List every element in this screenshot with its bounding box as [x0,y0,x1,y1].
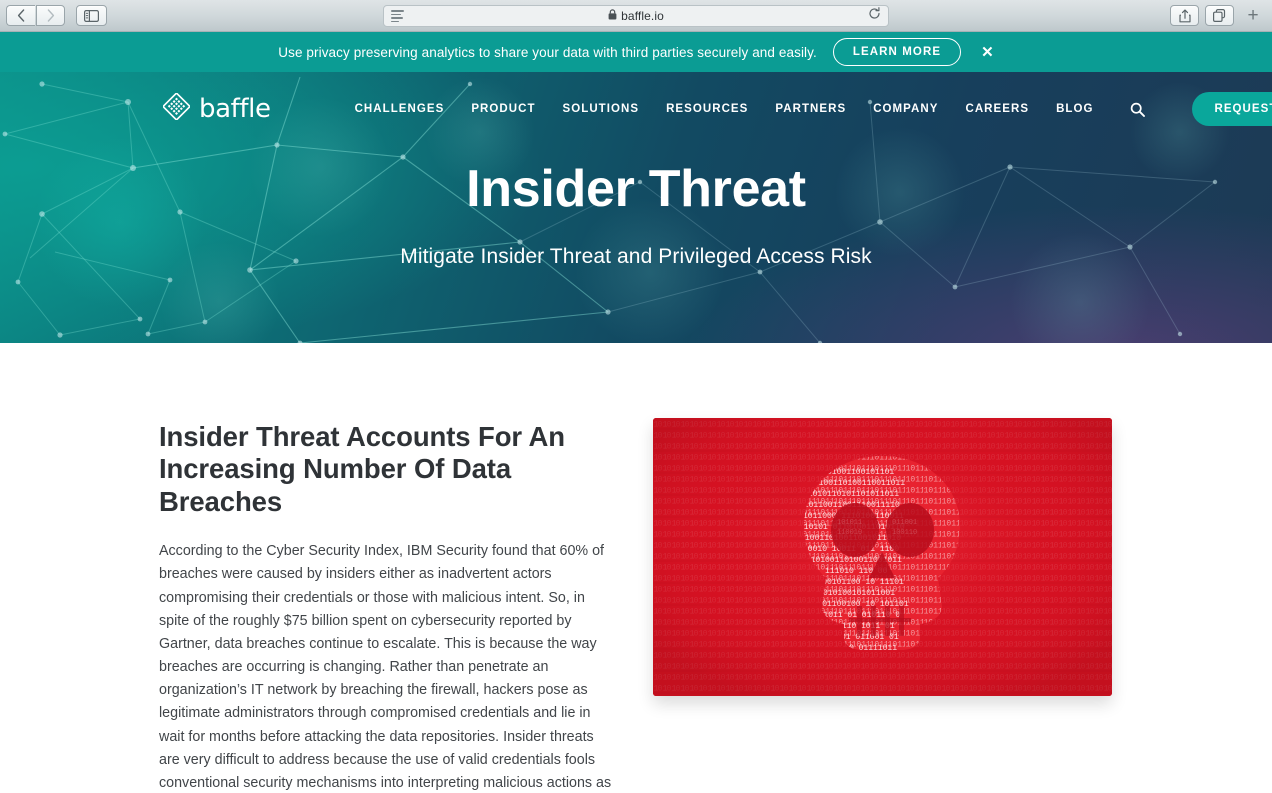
tab-overview-icon [1213,9,1226,22]
browser-right-actions: + [1170,2,1266,30]
sidebar-toggle-icon [84,9,99,22]
chevron-right-icon [47,9,55,22]
svg-text:011001: 011001 [892,519,917,527]
binary-skull-graphic: 1 0 10110 [653,418,1112,696]
nav-item-blog[interactable]: BLOG [1056,103,1093,115]
svg-text:10100110100110011011: 10100110100110011011 [809,479,905,488]
svg-text:100110: 100110 [892,529,917,537]
svg-text:110010: 110010 [837,529,862,537]
logo-wordmark: baffle [199,94,271,124]
request-demo-button[interactable]: REQUEST A DEMO [1192,92,1272,126]
nav-item-product[interactable]: PRODUCT [471,103,535,115]
url-text: baffle.io [621,9,664,23]
hero-subtitle: Mitigate Insider Threat and Privileged A… [400,245,872,268]
new-tab-button[interactable]: + [1240,2,1266,30]
url-display: baffle.io [404,9,868,23]
search-icon[interactable] [1130,102,1146,117]
content-grid: Insider Threat Accounts For An Increasin… [159,418,1113,793]
nav-item-partners[interactable]: PARTNERS [775,103,846,115]
nav-item-challenges[interactable]: CHALLENGES [355,103,445,115]
sidebar-toggle-button[interactable] [76,5,107,26]
lock-icon [608,9,617,23]
reader-view-icon[interactable] [391,10,404,22]
hero-title: Insider Threat [466,160,806,218]
section-paragraph: According to the Cyber Security Index, I… [159,543,612,791]
baffle-diamond-logo-icon [161,91,192,125]
banner-learn-more-button[interactable]: LEARN MORE [832,38,962,66]
browser-chrome: baffle.io + [0,0,1272,32]
site-logo[interactable]: baffle [161,91,271,125]
red-binary-skull-image: 1 0 10110 [653,418,1112,696]
nav-item-company[interactable]: COMPANY [873,103,938,115]
chevron-left-icon [17,9,25,22]
main-content: Insider Threat Accounts For An Increasin… [0,343,1272,793]
address-bar[interactable]: baffle.io [383,5,889,27]
banner-close-icon[interactable]: ✕ [981,45,994,60]
nav-links: CHALLENGES PRODUCT SOLUTIONS RESOURCES P… [355,92,1272,126]
tab-overview-button[interactable] [1205,5,1234,26]
nav-item-resources[interactable]: RESOURCES [666,103,748,115]
site-navigation: baffle CHALLENGES PRODUCT SOLUTIONS RESO… [0,72,1272,130]
section-heading: Insider Threat Accounts For An Increasin… [159,421,565,517]
reload-icon[interactable] [868,7,881,25]
content-text-column: Insider Threat Accounts For An Increasin… [159,418,614,793]
forward-button[interactable] [36,5,65,26]
announcement-banner: Use privacy preserving analytics to shar… [0,32,1272,72]
hero-section: baffle CHALLENGES PRODUCT SOLUTIONS RESO… [0,72,1272,343]
content-image-column: 1 0 10110 [653,418,1112,696]
browser-nav-buttons [6,5,66,26]
share-icon [1178,9,1191,23]
svg-text:101011: 101011 [837,519,862,527]
share-button[interactable] [1170,5,1199,26]
nav-item-careers[interactable]: CAREERS [965,103,1029,115]
nav-item-solutions[interactable]: SOLUTIONS [563,103,640,115]
back-button[interactable] [6,5,35,26]
banner-message: Use privacy preserving analytics to shar… [278,44,817,60]
